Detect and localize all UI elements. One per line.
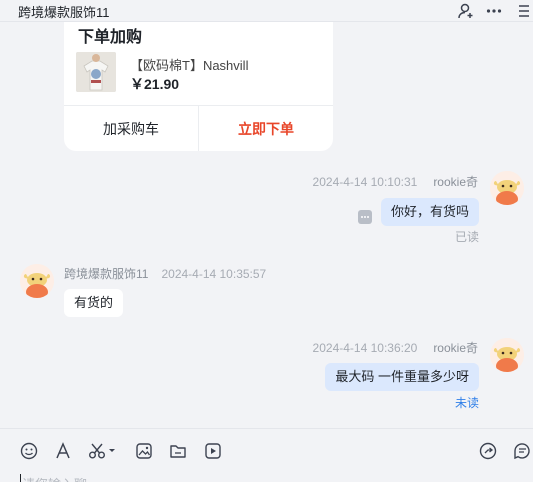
card-actions: 加采购车 立即下单 xyxy=(64,105,333,151)
product-price: ￥21.90 xyxy=(130,76,180,92)
product-image[interactable] xyxy=(76,52,116,92)
sender-name: rookie奇 xyxy=(433,341,478,355)
message-time: 2024-4-14 10:10:31 xyxy=(312,175,418,189)
unread-status[interactable]: 未读 xyxy=(455,394,479,411)
message-meta: 2024-4-14 10:10:31 rookie奇 xyxy=(313,173,478,190)
add-to-cart-button[interactable]: 加采购车 xyxy=(64,106,199,151)
message-time: 2024-4-14 10:35:57 xyxy=(161,267,267,281)
more-icon[interactable] xyxy=(485,2,503,20)
sender-name: rookie奇 xyxy=(433,175,478,189)
chat-record-icon[interactable] xyxy=(513,441,533,461)
menu-icon[interactable] xyxy=(513,2,531,20)
scissors-icon[interactable] xyxy=(88,441,118,461)
message-input[interactable]: 请您输入聊 xyxy=(0,472,533,482)
message-meta: 2024-4-14 10:36:20 rookie奇 xyxy=(313,339,478,356)
input-toolbar xyxy=(0,428,533,472)
chat-header: 跨境爆款服饰11 xyxy=(0,0,533,22)
video-icon[interactable] xyxy=(203,441,223,461)
message-bubble[interactable]: 你好，有货吗 xyxy=(380,198,479,226)
message-meta: 跨境爆款服饰11 2024-4-14 10:35:57 xyxy=(64,265,266,282)
sender-name: 跨境爆款服饰11 xyxy=(64,267,149,281)
message-bubble[interactable]: 最大码 一件重量多少呀 xyxy=(325,363,479,391)
product-name[interactable]: 【欧码棉T】Nashvill xyxy=(130,55,248,74)
folder-icon[interactable] xyxy=(168,441,188,461)
product-order-card: 下单加购 【欧码棉T】Nashvill ￥21.90 加采购车 立即下单 xyxy=(64,14,333,151)
card-title: 下单加购 xyxy=(78,29,143,46)
message-bubble[interactable]: 有货的 xyxy=(64,289,124,317)
header-actions xyxy=(457,0,533,22)
message-action-icon[interactable] xyxy=(358,210,372,224)
avatar[interactable] xyxy=(20,264,54,298)
message-time: 2024-4-14 10:36:20 xyxy=(312,341,418,355)
buy-now-button[interactable]: 立即下单 xyxy=(199,106,333,151)
image-icon[interactable] xyxy=(134,441,154,461)
input-placeholder: 请您输入聊 xyxy=(22,474,87,482)
add-contact-icon[interactable] xyxy=(457,2,475,20)
quick-reply-icon[interactable] xyxy=(478,441,498,461)
text-caret xyxy=(20,474,21,482)
avatar[interactable] xyxy=(490,338,524,372)
read-status: 已读 xyxy=(454,230,479,244)
font-icon[interactable] xyxy=(53,441,73,461)
chat-title: 跨境爆款服饰11 xyxy=(18,5,110,20)
avatar[interactable] xyxy=(490,171,524,205)
emoji-icon[interactable] xyxy=(19,441,39,461)
